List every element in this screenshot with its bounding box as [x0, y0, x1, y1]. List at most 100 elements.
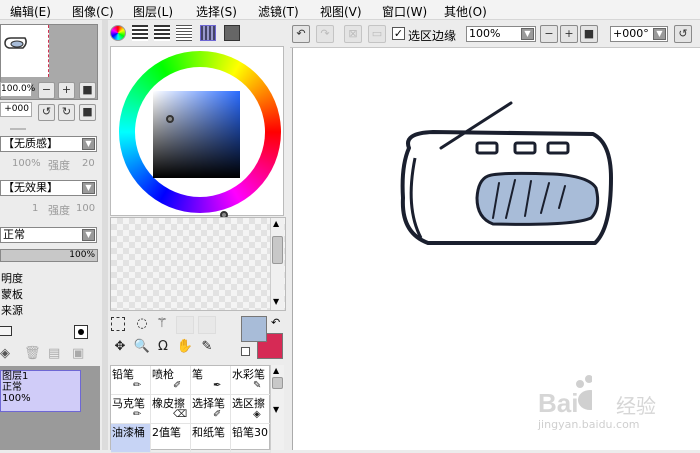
texture-dropdown[interactable]: 【无质感】 ▼ — [0, 136, 97, 152]
clear-layer-icon[interactable]: ◈ — [0, 346, 10, 361]
brush-eraser[interactable]: 橡皮擦 ⌫ — [151, 395, 191, 424]
zoom-out-button[interactable]: − — [540, 25, 558, 43]
swap-colors-icon[interactable]: ↶ — [271, 316, 280, 329]
effect-value[interactable]: 1 — [32, 203, 38, 214]
swatch-scrollbar[interactable]: ▲ ▼ — [270, 218, 284, 310]
zoom-reset-button[interactable]: ■ — [580, 25, 598, 43]
nav-angle-field[interactable]: +000 — [0, 102, 32, 117]
nav-zoom-field[interactable]: 100.0% — [0, 82, 35, 97]
select-eraser-icon: ◈ — [253, 409, 261, 420]
watermark-brand: Bai — [538, 388, 579, 418]
empty-tool-slot — [198, 316, 216, 334]
merge-down-icon[interactable]: ▣ — [72, 346, 84, 361]
marker-icon: ✏ — [133, 409, 142, 420]
menu-edit[interactable]: 编辑(E) — [10, 3, 51, 20]
zoom-icon[interactable]: 🔍 — [133, 338, 151, 356]
nav-rotate-right-button[interactable]: ↻ — [58, 104, 75, 121]
brush-select-eraser[interactable]: 选区擦 ◈ — [231, 395, 271, 424]
color-panel: ▲ ▼ ◌ ⚚ ✥ 🔍 Ω ✋ ✎ ↶ 铅笔 ✏ 喷枪 ✐ 笔 ✒ 水彩笔 ✎ 马克笔 ✏… — [108, 20, 288, 453]
menu-window[interactable]: 窗口(W) — [382, 3, 427, 20]
redo-button[interactable]: ↷ — [316, 25, 334, 43]
move-icon[interactable]: ✥ — [111, 338, 129, 356]
brush-airbrush[interactable]: 喷枪 ✐ — [151, 366, 191, 395]
reset-colors-icon[interactable] — [241, 347, 250, 356]
scroll-thumb[interactable] — [272, 236, 283, 264]
brush-label: 2值笔 — [152, 426, 181, 439]
empty-tool-slot — [176, 316, 194, 334]
menu-bar: 编辑(E) 图像(C) 图层(L) 选择(S) 滤镜(T) 视图(V) 窗口(W… — [0, 0, 700, 20]
nav-rotate-left-button[interactable]: ↺ — [38, 104, 55, 121]
rotation-dropdown[interactable]: +000° ▼ — [610, 26, 668, 42]
effect-dropdown[interactable]: 【无效果】 ▼ — [0, 180, 97, 196]
nav-zoom-in-button[interactable]: + — [58, 82, 75, 99]
rect-select-icon[interactable] — [111, 317, 125, 331]
lasso-icon[interactable]: ◌ — [133, 315, 151, 333]
brush-bucket[interactable]: 油漆桶 — [111, 424, 151, 453]
brush-scrollbar[interactable]: ▲ ▼ — [270, 365, 284, 450]
brush-label: 和纸笔 — [192, 426, 225, 439]
option-mask[interactable]: 蒙板 — [1, 286, 23, 302]
color-wheel-mode-icon[interactable] — [110, 25, 126, 41]
chevron-down-icon: ▼ — [521, 28, 534, 40]
scroll-up-icon[interactable]: ▲ — [273, 219, 279, 228]
menu-layer[interactable]: 图层(L) — [133, 3, 173, 20]
left-panel: 100.0% − + ■ +000 ↺ ↻ ■ 【无质感】 ▼ 100% 强度 … — [0, 20, 102, 450]
option-source[interactable]: 来源 — [1, 302, 23, 318]
zoom-in-button[interactable]: + — [560, 25, 578, 43]
menu-select[interactable]: 选择(S) — [196, 3, 237, 20]
eyedropper-icon[interactable]: ✎ — [198, 338, 216, 356]
foreground-color-swatch[interactable] — [241, 316, 267, 342]
menu-view[interactable]: 视图(V) — [320, 3, 362, 20]
hsv-slider-mode-icon[interactable] — [154, 25, 170, 41]
brush-pen[interactable]: 笔 ✒ — [191, 366, 231, 395]
rotate-icon[interactable]: Ω — [154, 338, 172, 356]
scratchpad-mode-icon[interactable] — [224, 25, 240, 41]
color-swatch-area[interactable] — [110, 217, 286, 311]
selection-edge-checkbox[interactable]: ✓ — [392, 27, 405, 40]
invert-selection-button[interactable]: ▭ — [368, 25, 386, 43]
brush-marker[interactable]: 马克笔 ✏ — [111, 395, 151, 424]
undo-button[interactable]: ↶ — [292, 25, 310, 43]
rotate-ccw-button[interactable]: ↺ — [674, 25, 692, 43]
deselect-button[interactable]: ⊠ — [344, 25, 362, 43]
blend-mode-label: 正常 — [3, 228, 25, 241]
folder-icon[interactable] — [0, 326, 12, 336]
chevron-down-icon: ▼ — [82, 138, 95, 150]
hand-icon[interactable]: ✋ — [176, 338, 194, 356]
option-luminosity[interactable]: 明度 — [1, 270, 23, 286]
menu-others[interactable]: 其他(O) — [444, 3, 487, 20]
swatch-mode-icon[interactable] — [200, 25, 216, 41]
zoom-dropdown[interactable]: 100% ▼ — [466, 26, 536, 42]
trash-icon[interactable]: 🗑 — [24, 346, 41, 361]
magic-wand-icon[interactable]: ⚚ — [153, 315, 171, 333]
opacity-slider[interactable]: 100% — [0, 249, 98, 262]
effect-strength-value[interactable]: 100 — [76, 203, 95, 214]
brush-pencil[interactable]: 铅笔 ✏ — [111, 366, 151, 395]
layer-item[interactable]: 图层1 正常 100% — [0, 370, 81, 412]
texture-strength-value[interactable]: 20 — [82, 158, 95, 169]
scroll-down-icon[interactable]: ▼ — [273, 297, 279, 306]
saturation-value-square[interactable] — [153, 91, 240, 178]
menu-filter[interactable]: 滤镜(T) — [258, 3, 299, 20]
scroll-up-icon[interactable]: ▲ — [273, 366, 279, 375]
brush-washi-pen[interactable]: 和纸笔 — [191, 424, 231, 453]
mix-slider-mode-icon[interactable] — [176, 25, 192, 41]
watercolor-icon: ✎ — [253, 380, 262, 391]
rgb-slider-mode-icon[interactable] — [132, 25, 148, 41]
blend-mode-dropdown[interactable]: 正常 ▼ — [0, 227, 97, 243]
merge-layer-icon[interactable]: ▤ — [48, 346, 60, 361]
nav-rotate-reset-button[interactable]: ■ — [79, 104, 96, 121]
mask-icon[interactable] — [74, 325, 88, 339]
nav-zoom-reset-button[interactable]: ■ — [79, 82, 96, 99]
scroll-thumb[interactable] — [272, 377, 283, 389]
nav-zoom-out-button[interactable]: − — [38, 82, 55, 99]
effect-strength-label: 强度 — [48, 204, 70, 217]
brush-watercolor[interactable]: 水彩笔 ✎ — [231, 366, 271, 395]
scroll-down-icon[interactable]: ▼ — [273, 405, 279, 414]
texture-dropdown-label: 【无质感】 — [3, 137, 58, 150]
brush-select-pen[interactable]: 选择笔 ✐ — [191, 395, 231, 424]
brush-pencil30[interactable]: 铅笔30 — [231, 424, 271, 453]
menu-image[interactable]: 图像(C) — [72, 3, 114, 20]
brush-binary-pen[interactable]: 2值笔 — [151, 424, 191, 453]
sv-picker-icon[interactable] — [166, 115, 174, 123]
